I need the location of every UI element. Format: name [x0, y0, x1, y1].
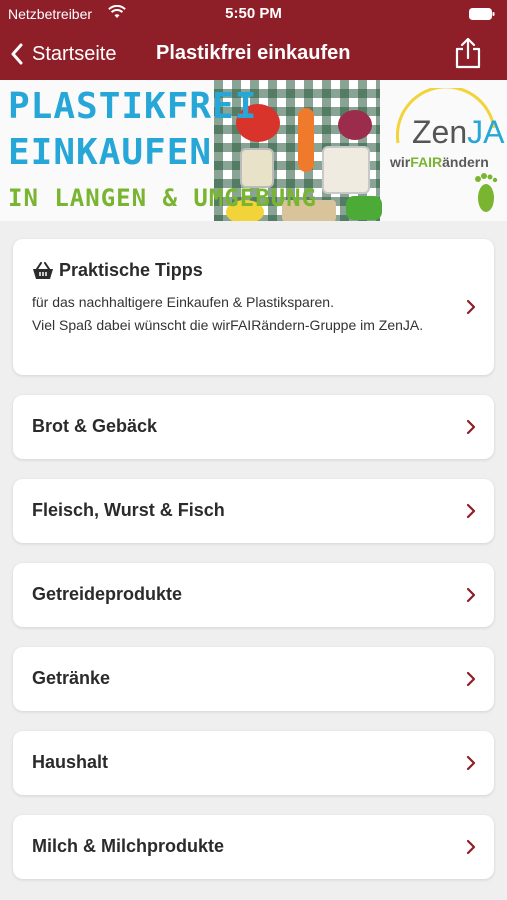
banner-title-line1: PLASTIKFREI — [8, 86, 258, 127]
category-getreideprodukte[interactable]: Getreideprodukte — [13, 563, 494, 627]
category-label: Haushalt — [32, 752, 109, 772]
tips-title-label: Praktische Tipps — [59, 260, 203, 280]
category-getraenke[interactable]: Getränke — [13, 647, 494, 711]
status-bar: Netzbetreiber 5:50 PM — [0, 0, 507, 28]
header: Netzbetreiber 5:50 PM Startseite Plastik… — [0, 0, 507, 80]
tips-card[interactable]: Praktische Tipps für das nachhaltigere E… — [13, 239, 494, 375]
chevron-right-icon — [466, 503, 476, 519]
zenja-logo: ZenJA wirFAIRändern — [386, 84, 504, 218]
nav-bar: Startseite Plastikfrei einkaufen — [0, 28, 507, 80]
tips-line1: für das nachhaltigere Einkaufen & Plasti… — [32, 294, 334, 310]
logo-fair: FAIR — [410, 154, 443, 170]
banner-image: PLASTIKFREI EINKAUFEN IN LANGEN & UMGEBU… — [0, 80, 507, 221]
logo-zenja-text: ZenJA — [412, 114, 504, 151]
share-icon[interactable] — [453, 36, 483, 70]
category-fleisch-wurst-fisch[interactable]: Fleisch, Wurst & Fisch — [13, 479, 494, 543]
chevron-right-icon — [466, 755, 476, 771]
back-label: Startseite — [32, 42, 117, 65]
tips-description: für das nachhaltigere Einkaufen & Plasti… — [32, 291, 442, 337]
logo-wir: wir — [390, 154, 411, 170]
chevron-left-icon — [11, 43, 23, 65]
banner-title-line2: EINKAUFEN — [8, 132, 213, 173]
chevron-right-icon — [466, 671, 476, 687]
battery-icon — [469, 8, 495, 20]
category-haushalt[interactable]: Haushalt — [13, 731, 494, 795]
category-label: Fleisch, Wurst & Fisch — [32, 500, 225, 520]
chevron-right-icon — [466, 587, 476, 603]
jar-icon — [240, 148, 274, 188]
tips-line2: Viel Spaß dabei wünscht die wirFAIRänder… — [32, 317, 424, 333]
category-label: Getränke — [32, 668, 111, 688]
glass-jar-icon — [322, 146, 370, 194]
category-label: Brot & Gebäck — [32, 416, 158, 436]
logo-wirfair-text: wirFAIRändern — [390, 154, 489, 170]
chevron-right-icon — [466, 299, 476, 315]
chevron-right-icon — [466, 839, 476, 855]
onion-icon — [338, 110, 372, 140]
category-brot-gebaeck[interactable]: Brot & Gebäck — [13, 395, 494, 459]
category-label: Milch & Milchprodukte — [32, 836, 225, 856]
basket-icon — [33, 261, 53, 279]
tips-title: Praktische Tipps — [32, 260, 203, 281]
footprint-icon — [475, 173, 498, 212]
category-milch-milchprodukte[interactable]: Milch & Milchprodukte — [13, 815, 494, 879]
carrot-icon — [298, 108, 314, 172]
logo-andern: ändern — [442, 154, 489, 170]
logo-ja: JA — [467, 114, 505, 150]
back-button[interactable]: Startseite — [10, 38, 116, 70]
chevron-right-icon — [466, 419, 476, 435]
category-label: Getreideprodukte — [32, 584, 183, 604]
pepper-icon — [346, 196, 382, 220]
page-title: Plastikfrei einkaufen — [156, 42, 351, 64]
status-time: 5:50 PM — [225, 5, 282, 22]
banner-subtitle: IN LANGEN & UMGEBUNG — [8, 184, 317, 212]
logo-zen: Zen — [412, 114, 468, 150]
